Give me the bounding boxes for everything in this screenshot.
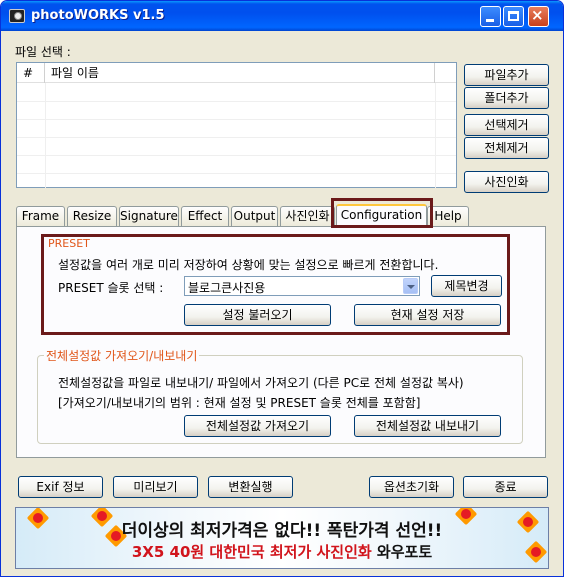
close-icon: ×	[531, 6, 544, 24]
preset-slot-label: PRESET 슬롯 선택 :	[58, 281, 164, 295]
tab-frame[interactable]: Frame	[16, 206, 65, 227]
preset-slot-select[interactable]: 블로그큰사진용	[184, 276, 420, 296]
tab-output[interactable]: Output	[231, 206, 278, 227]
ad-banner[interactable]: 더이상의 최저가격은 없다!! 폭탄가격 선언!! 3X5 40원 대한민국 최…	[15, 507, 549, 569]
preview-button[interactable]: 미리보기	[113, 476, 198, 498]
list-row-line	[17, 173, 456, 174]
file-list[interactable]: # 파일 이름	[16, 62, 457, 188]
camera-icon	[9, 9, 25, 23]
list-row-line	[17, 119, 456, 120]
convert-run-button[interactable]: 변환실행	[208, 476, 293, 498]
file-select-label: 파일 선택 :	[15, 45, 71, 59]
column-header-filename[interactable]: 파일 이름	[45, 63, 435, 83]
quit-button[interactable]: 종료	[463, 476, 548, 498]
app-window: photoWORKS v1.5 × 파일 선택 : # 파일 이름 파일추가 폴…	[0, 0, 564, 577]
title-bar[interactable]: photoWORKS v1.5 ×	[1, 1, 563, 31]
remove-all-button[interactable]: 전체제거	[464, 137, 549, 159]
banner-price-text: 3X5 40원 대한민국 최저가 사진인화	[131, 543, 372, 561]
banner-brand-text: 와우포토	[376, 543, 433, 561]
exif-info-button[interactable]: Exif 정보	[18, 476, 103, 498]
import-export-line1: 전체설정값을 파일로 내보내기/ 파일에서 가져오기 (다른 PC로 전체 설정…	[58, 376, 464, 390]
export-settings-button[interactable]: 전체설정값 내보내기	[354, 415, 501, 437]
maximize-button[interactable]	[503, 6, 524, 27]
print-photo-button[interactable]: 사진인화	[464, 171, 549, 193]
tab-help[interactable]: Help	[427, 206, 469, 227]
chevron-down-icon[interactable]	[403, 278, 418, 294]
configuration-tab-highlight	[331, 198, 433, 228]
close-button[interactable]: ×	[528, 6, 549, 27]
add-file-button[interactable]: 파일추가	[464, 64, 549, 86]
rename-preset-button[interactable]: 제목변경	[431, 275, 502, 297]
list-row-line	[17, 155, 456, 156]
banner-subline: 3X5 40원 대한민국 최저가 사진인화 와우포토	[16, 541, 548, 562]
minimize-icon	[486, 19, 494, 22]
tab-strip: Frame Resize Signature Effect Output 사진인…	[16, 204, 546, 228]
tab-resize[interactable]: Resize	[67, 206, 117, 227]
import-settings-button[interactable]: 전체설정값 가져오기	[184, 415, 331, 437]
remove-selected-button[interactable]: 선택제거	[464, 114, 549, 136]
list-row-line	[17, 137, 456, 138]
preset-group-title: PRESET	[47, 237, 91, 250]
window-title: photoWORKS v1.5	[31, 8, 165, 23]
reset-options-button[interactable]: 옵션초기화	[369, 476, 454, 498]
preset-description: 설정값을 여러 개로 미리 저장하여 상황에 맞는 설정으로 빠르게 전환합니다…	[58, 258, 439, 272]
maximize-icon	[508, 11, 519, 21]
banner-headline: 더이상의 최저가격은 없다!! 폭탄가격 선언!!	[121, 521, 443, 541]
load-settings-button[interactable]: 설정 불러오기	[184, 304, 331, 326]
tab-effect[interactable]: Effect	[181, 206, 229, 227]
import-export-group-title: 전체설정값 가져오기/내보내기	[44, 347, 200, 364]
minimize-button[interactable]	[480, 6, 501, 27]
add-folder-button[interactable]: 폴더추가	[464, 87, 549, 109]
file-list-header: # 파일 이름	[17, 63, 456, 83]
tab-photo-print[interactable]: 사진인화	[280, 206, 335, 227]
column-header-number[interactable]: #	[17, 63, 45, 83]
list-row-line	[17, 101, 456, 102]
save-settings-button[interactable]: 현재 설정 저장	[354, 304, 501, 326]
import-export-line2: [가져오기/내보내기의 범위 : 현재 설정 및 PRESET 슬롯 전체를 포…	[58, 396, 421, 410]
preset-slot-value: 블로그큰사진용	[188, 281, 266, 295]
tab-signature[interactable]: Signature	[119, 206, 179, 227]
